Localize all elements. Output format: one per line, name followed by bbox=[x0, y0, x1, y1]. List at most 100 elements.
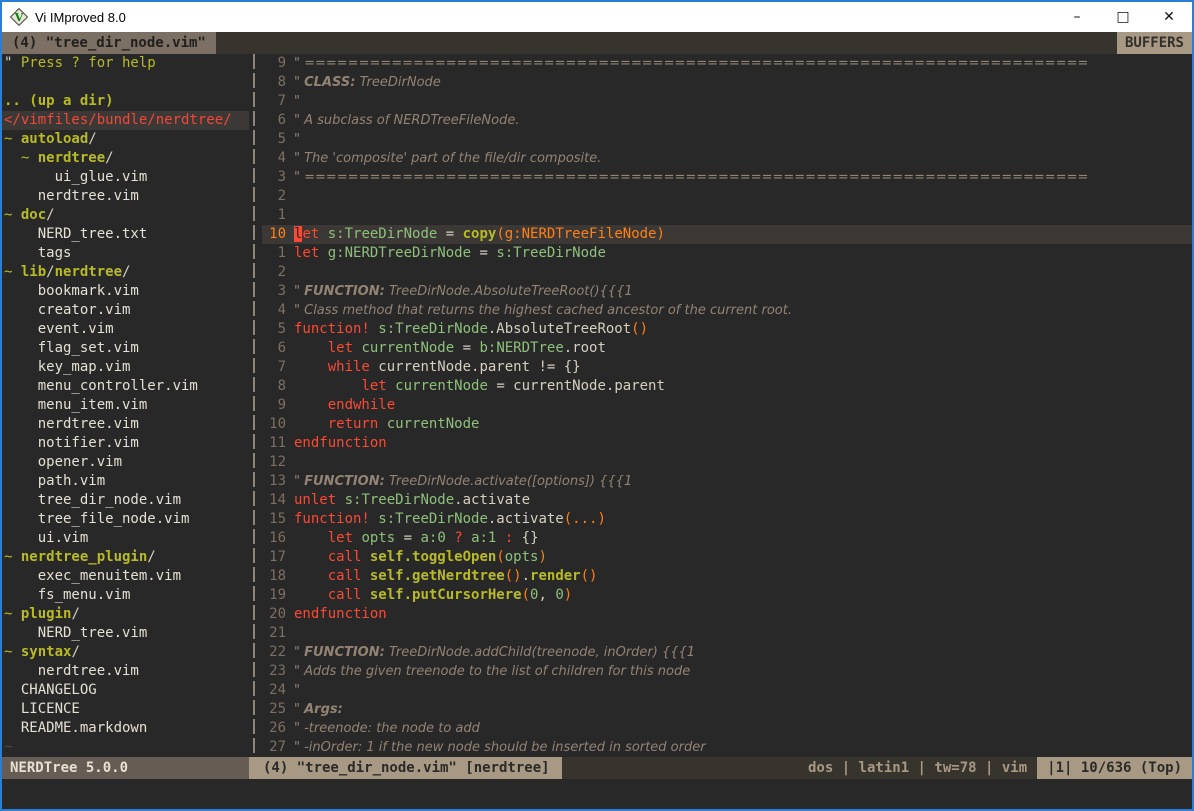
text-segment bbox=[336, 492, 344, 508]
code-line[interactable]: 11endfunction bbox=[262, 434, 1192, 453]
code-line[interactable]: 21 bbox=[262, 624, 1192, 643]
text-segment: = bbox=[437, 226, 462, 242]
nerdtree-entry[interactable]: ~ plugin/ bbox=[2, 605, 249, 624]
nerdtree-entry[interactable]: ~ doc/ bbox=[2, 206, 249, 225]
nerdtree-entry[interactable]: ~ lib/nerdtree/ bbox=[2, 263, 249, 282]
text-segment bbox=[294, 530, 328, 546]
tab-active[interactable]: (4) "tree_dir_node.vim" bbox=[2, 32, 216, 54]
nerdtree-entry[interactable]: menu_item.vim bbox=[2, 396, 249, 415]
nerdtree-entry[interactable]: ~ nerdtree/ bbox=[2, 149, 249, 168]
code-line[interactable]: 7" bbox=[262, 92, 1192, 111]
text-segment: / bbox=[122, 264, 130, 280]
nerdtree-entry[interactable]: ~ autoload/ bbox=[2, 130, 249, 149]
text-segment: " bbox=[294, 132, 300, 147]
text-segment: ~ bbox=[4, 739, 12, 755]
main-area: " Press ? for help .. (up a dir)</vimfile… bbox=[2, 54, 1192, 757]
nerdtree-entry[interactable]: NERD_tree.vim bbox=[2, 624, 249, 643]
text-segment: " The 'composite' part of the file/dir c… bbox=[294, 151, 601, 166]
nerdtree-entry[interactable]: tags bbox=[2, 244, 249, 263]
nerdtree-entry[interactable]: CHANGELOG bbox=[2, 681, 249, 700]
code-line[interactable]: 9 endwhile bbox=[262, 396, 1192, 415]
code-line[interactable]: 4" Class method that returns the highest… bbox=[262, 301, 1192, 320]
nerdtree-entry[interactable]: ~ nerdtree_plugin/ bbox=[2, 548, 249, 567]
nerdtree-entry[interactable]: event.vim bbox=[2, 320, 249, 339]
nerdtree-entry[interactable]: ui.vim bbox=[2, 529, 249, 548]
nerdtree-entry[interactable]: README.markdown bbox=[2, 719, 249, 738]
code-line[interactable]: 20endfunction bbox=[262, 605, 1192, 624]
code-line[interactable]: 1 bbox=[262, 206, 1192, 225]
code-line[interactable]: 16 let opts = a:0 ? a:1 : {} bbox=[262, 529, 1192, 548]
code-line[interactable]: 6" A subclass of NERDTreeFileNode. bbox=[262, 111, 1192, 130]
nerdtree-entry[interactable]: key_map.vim bbox=[2, 358, 249, 377]
nerdtree-entry[interactable]: path.vim bbox=[2, 472, 249, 491]
code-line[interactable]: 2 bbox=[262, 263, 1192, 282]
line-number: 7 bbox=[262, 92, 286, 111]
nerdtree-entry[interactable]: ~ syntax/ bbox=[2, 643, 249, 662]
code-line[interactable]: 4" The 'composite' part of the file/dir … bbox=[262, 149, 1192, 168]
line-number: 16 bbox=[262, 529, 286, 548]
code-line[interactable]: 25" Args: bbox=[262, 700, 1192, 719]
nerdtree-entry[interactable]: .. (up a dir) bbox=[2, 92, 249, 111]
code-line[interactable]: 19 call self.putCursorHere(0, 0) bbox=[262, 586, 1192, 605]
nerdtree-entry[interactable]: nerdtree.vim bbox=[2, 187, 249, 206]
code-line[interactable]: 14unlet s:TreeDirNode.activate bbox=[262, 491, 1192, 510]
code-line[interactable]: 6 let currentNode = b:NERDTree.root bbox=[262, 339, 1192, 358]
code-line[interactable]: 26" -treenode: the node to add bbox=[262, 719, 1192, 738]
text-segment: README.markdown bbox=[4, 720, 147, 736]
code-line[interactable]: 22" FUNCTION: TreeDirNode.addChild(treen… bbox=[262, 643, 1192, 662]
code-line[interactable]: 13" FUNCTION: TreeDirNode.activate([opti… bbox=[262, 472, 1192, 491]
code-line[interactable]: 8" CLASS: TreeDirNode bbox=[262, 73, 1192, 92]
code-line[interactable]: 18 call self.getNerdtree().render() bbox=[262, 567, 1192, 586]
code-line[interactable]: 10let s:TreeDirNode = copy(g:NERDTreeFil… bbox=[262, 225, 1192, 244]
code-line[interactable]: 27" -inOrder: 1 if the new node should b… bbox=[262, 738, 1192, 757]
code-line[interactable]: 5function! s:TreeDirNode.AbsoluteTreeRoo… bbox=[262, 320, 1192, 339]
close-button[interactable]: ✕ bbox=[1146, 2, 1192, 32]
nerdtree-entry[interactable]: </vimfiles/bundle/nerdtree/ bbox=[2, 111, 249, 130]
command-line[interactable] bbox=[2, 779, 1192, 809]
line-number: 2 bbox=[262, 263, 286, 282]
code-line[interactable]: 17 call self.toggleOpen(opts) bbox=[262, 548, 1192, 567]
code-line[interactable]: 23" Adds the given treenode to the list … bbox=[262, 662, 1192, 681]
nerdtree-entry[interactable]: " Press ? for help bbox=[2, 54, 249, 73]
text-segment: </vimfiles/bundle/nerdtree/ bbox=[4, 112, 232, 128]
nerdtree-entry[interactable]: NERD_tree.txt bbox=[2, 225, 249, 244]
code-line[interactable]: 1let g:NERDTreeDirNode = s:TreeDirNode bbox=[262, 244, 1192, 263]
nerdtree-entry[interactable]: ~ bbox=[2, 738, 249, 757]
line-number: 20 bbox=[262, 605, 286, 624]
nerdtree-entry[interactable]: tree_file_node.vim bbox=[2, 510, 249, 529]
nerdtree-entry[interactable]: creator.vim bbox=[2, 301, 249, 320]
code-line[interactable]: 9" =====================================… bbox=[262, 54, 1192, 73]
code-line[interactable]: 10 return currentNode bbox=[262, 415, 1192, 434]
nerdtree-entry[interactable]: bookmark.vim bbox=[2, 282, 249, 301]
code-line[interactable]: 5" bbox=[262, 130, 1192, 149]
nerdtree-entry[interactable]: ui_glue.vim bbox=[2, 168, 249, 187]
code-line[interactable]: 12 bbox=[262, 453, 1192, 472]
nerdtree-entry[interactable]: flag_set.vim bbox=[2, 339, 249, 358]
nerdtree-entry[interactable]: tree_dir_node.vim bbox=[2, 491, 249, 510]
text-segment: flag_set.vim bbox=[4, 340, 139, 356]
nerdtree-entry[interactable]: fs_menu.vim bbox=[2, 586, 249, 605]
window-vertical-separator[interactable] bbox=[249, 54, 262, 757]
maximize-button[interactable]: □ bbox=[1100, 2, 1146, 32]
code-line[interactable]: 15function! s:TreeDirNode.activate(...) bbox=[262, 510, 1192, 529]
code-line[interactable]: 2 bbox=[262, 187, 1192, 206]
vim-logo-icon: V bbox=[10, 8, 28, 26]
nerdtree-entry[interactable] bbox=[2, 73, 249, 92]
code-line[interactable]: 3" =====================================… bbox=[262, 168, 1192, 187]
statusline-file-segment: (4) "tree_dir_node.vim" [nerdtree] bbox=[249, 757, 562, 779]
nerdtree-entry[interactable]: LICENCE bbox=[2, 700, 249, 719]
text-segment: " Adds the given treenode to the list of… bbox=[294, 664, 690, 679]
nerdtree-entry[interactable]: nerdtree.vim bbox=[2, 415, 249, 434]
minimize-button[interactable]: – bbox=[1054, 2, 1100, 32]
nerdtree-entry[interactable]: menu_controller.vim bbox=[2, 377, 249, 396]
nerdtree-entry[interactable]: exec_menuitem.vim bbox=[2, 567, 249, 586]
text-segment: menu_item.vim bbox=[4, 397, 147, 413]
text-segment: Press ? for help bbox=[21, 55, 156, 71]
nerdtree-entry[interactable]: nerdtree.vim bbox=[2, 662, 249, 681]
code-line[interactable]: 24" bbox=[262, 681, 1192, 700]
nerdtree-entry[interactable]: notifier.vim bbox=[2, 434, 249, 453]
code-line[interactable]: 7 while currentNode.parent != {} bbox=[262, 358, 1192, 377]
nerdtree-entry[interactable]: opener.vim bbox=[2, 453, 249, 472]
code-line[interactable]: 3" FUNCTION: TreeDirNode.AbsoluteTreeRoo… bbox=[262, 282, 1192, 301]
code-line[interactable]: 8 let currentNode = currentNode.parent bbox=[262, 377, 1192, 396]
